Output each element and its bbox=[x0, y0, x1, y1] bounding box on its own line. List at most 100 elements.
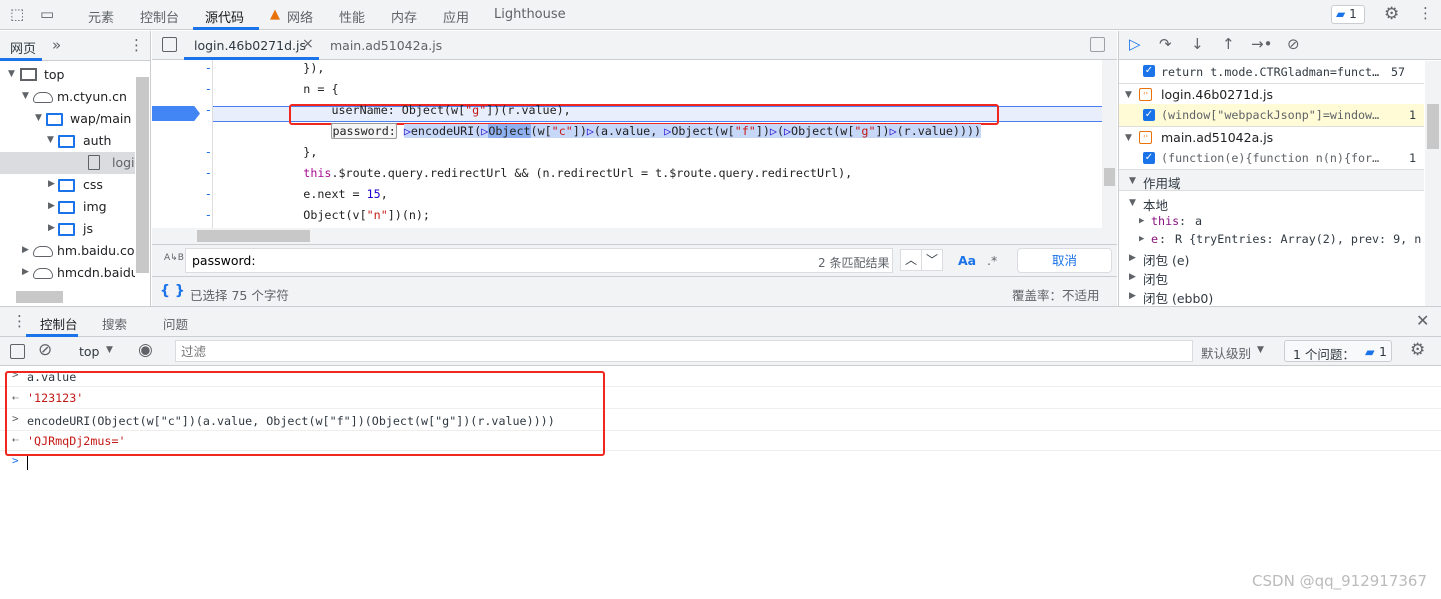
folder-icon bbox=[58, 179, 75, 192]
breakpoint-item-active[interactable]: ✓ (window["webpackJsonp"]=window… 1 bbox=[1119, 104, 1424, 126]
active-tab-indicator bbox=[0, 58, 42, 61]
line-gutter-marker[interactable]: - bbox=[152, 61, 212, 75]
log-level-dropdown[interactable]: 默认级别 bbox=[1201, 343, 1251, 362]
breakpoint-file[interactable]: ▼ ‹› login.46b0271d.js bbox=[1119, 83, 1424, 104]
line-gutter-marker[interactable]: - bbox=[152, 103, 212, 117]
line-gutter-marker[interactable]: - bbox=[152, 208, 212, 222]
eye-icon[interactable]: ◉ bbox=[138, 342, 153, 359]
drawer-tab-issues[interactable]: 问题 bbox=[163, 314, 188, 333]
pretty-print-icon[interactable]: { } bbox=[160, 283, 185, 299]
step-over-icon[interactable]: ↷ bbox=[1159, 37, 1172, 52]
scope-closure[interactable]: ▶ 闭包 (ebb0) bbox=[1119, 286, 1424, 305]
line-gutter-marker[interactable]: - bbox=[152, 124, 212, 138]
filter-input[interactable] bbox=[175, 340, 1193, 362]
chevron-down-icon[interactable]: ▼ bbox=[106, 345, 113, 355]
previous-match-button[interactable]: ︿ bbox=[900, 249, 922, 271]
code-vertical-scrollbar[interactable] bbox=[1102, 60, 1117, 244]
scope-closure[interactable]: ▶ 闭包 bbox=[1119, 267, 1424, 286]
active-tab-indicator bbox=[193, 27, 259, 30]
tree-item-file-selected[interactable]: login? bbox=[0, 152, 135, 174]
tree-item-folder[interactable]: ▼ wap/main bbox=[0, 109, 135, 129]
replace-toggle-icon[interactable]: A↳B bbox=[164, 253, 184, 263]
tree-item-domain[interactable]: ▶ hmcdn.baidu bbox=[0, 263, 135, 283]
code-area[interactable]: - }), - n = {- userName: Object(w["g"])(r… bbox=[152, 60, 1102, 228]
tree-item-folder[interactable]: ▶ js bbox=[0, 219, 135, 239]
message-icon: ▰ bbox=[1336, 7, 1346, 21]
breakpoints-and-scope: ✓ return t.mode.CTRGladman=funct… 57 ▼ ‹› lo… bbox=[1119, 61, 1424, 306]
tab-application[interactable]: 应用 bbox=[443, 7, 469, 26]
next-match-button[interactable]: ﹀ bbox=[921, 249, 943, 271]
breakpoint-item[interactable]: ✓ return t.mode.CTRGladman=funct… 57 bbox=[1119, 61, 1424, 83]
settings-gear-icon[interactable]: ⚙ bbox=[1384, 6, 1399, 23]
drawer-tab-console[interactable]: 控制台 bbox=[40, 314, 78, 333]
file-tab-main[interactable]: main.ad51042a.js bbox=[330, 38, 442, 53]
resume-icon[interactable]: ▷ bbox=[1129, 37, 1141, 52]
issues-button[interactable]: ▰ 1 bbox=[1331, 5, 1365, 24]
tab-memory[interactable]: 内存 bbox=[391, 7, 417, 26]
tab-page[interactable]: 网页 bbox=[10, 38, 36, 57]
tab-sources[interactable]: 源代码 bbox=[205, 7, 244, 26]
more-vertical-icon[interactable]: ⋮ bbox=[12, 314, 27, 329]
console-settings-gear-icon[interactable]: ⚙ bbox=[1410, 342, 1425, 359]
console-prompt[interactable]: > bbox=[0, 454, 40, 472]
tree-item-top[interactable]: ▼ top bbox=[0, 65, 135, 85]
scope-local[interactable]: ▼ 本地 bbox=[1119, 193, 1424, 212]
console-output[interactable]: > a.value ⇠ '123123' > encodeURI(Object(w["… bbox=[0, 367, 1441, 599]
regex-button[interactable]: .* bbox=[987, 253, 997, 268]
tree-item-folder[interactable]: ▼ auth bbox=[0, 131, 135, 151]
toggle-navigator-icon[interactable] bbox=[162, 37, 177, 52]
horizontal-scrollbar[interactable] bbox=[16, 291, 63, 303]
tree-item-folder[interactable]: ▶ css bbox=[0, 175, 135, 195]
code-horizontal-scrollbar[interactable] bbox=[152, 228, 1102, 244]
context-selector[interactable]: top bbox=[79, 344, 99, 359]
line-gutter-marker[interactable]: - bbox=[152, 166, 212, 180]
frame-icon bbox=[20, 68, 37, 81]
file-tab-login[interactable]: login.46b0271d.js × bbox=[184, 31, 319, 60]
more-tabs-icon[interactable]: » bbox=[52, 36, 61, 54]
close-tab-icon[interactable]: × bbox=[302, 36, 314, 52]
step-out-icon[interactable]: ↑ bbox=[1222, 37, 1235, 52]
console-sidebar-icon[interactable] bbox=[10, 344, 25, 359]
scope-closure[interactable]: ▶ 闭包 (e) bbox=[1119, 248, 1424, 267]
devtools-tab-bar: ⬚ ▭ 元素 控制台 源代码 ▲ 网络 性能 内存 应用 Lighthouse … bbox=[0, 0, 1441, 30]
selection-info: 已选择 75 个字符 bbox=[190, 288, 289, 303]
folder-icon bbox=[46, 113, 63, 126]
drawer-tab-search[interactable]: 搜索 bbox=[102, 314, 127, 333]
deactivate-breakpoints-icon[interactable]: ⊘ bbox=[1287, 37, 1300, 52]
search-bar: A↳B 2 条匹配结果 ︿ ﹀ Aa .* 取消 bbox=[152, 244, 1117, 276]
close-drawer-icon[interactable]: ✕ bbox=[1416, 313, 1429, 329]
tab-console[interactable]: 控制台 bbox=[140, 7, 179, 26]
scope-section-header[interactable]: ▼ 作用域 bbox=[1119, 169, 1424, 191]
cancel-button[interactable]: 取消 bbox=[1017, 248, 1112, 273]
scope-e[interactable]: ▶ e: R {tryEntries: Array(2), prev: 9, n bbox=[1119, 230, 1424, 248]
line-gutter-marker[interactable]: - bbox=[152, 187, 212, 201]
clear-console-icon[interactable]: ⊘ bbox=[38, 342, 52, 359]
match-case-button[interactable]: Aa bbox=[958, 253, 976, 268]
inspect-element-icon[interactable]: ⬚ bbox=[10, 7, 24, 22]
issues-button[interactable]: 1 个问题： ▰ 1 bbox=[1284, 340, 1392, 362]
tab-elements[interactable]: 元素 bbox=[88, 7, 114, 26]
line-gutter-marker[interactable]: - bbox=[152, 145, 212, 159]
step-into-icon[interactable]: ↓ bbox=[1191, 37, 1204, 52]
tree-item-domain[interactable]: ▼ m.ctyun.cn bbox=[0, 87, 135, 107]
tree-item-folder[interactable]: ▶ img bbox=[0, 197, 135, 217]
cloud-icon bbox=[33, 246, 53, 257]
vertical-scrollbar[interactable] bbox=[136, 77, 149, 273]
tab-performance[interactable]: 性能 bbox=[339, 7, 365, 26]
debugger-scrollbar[interactable] bbox=[1425, 61, 1441, 306]
more-vertical-icon[interactable]: ⋮ bbox=[129, 36, 144, 54]
tree-item-domain[interactable]: ▶hm.baidu.com bbox=[0, 241, 135, 261]
more-vertical-icon[interactable]: ⋮ bbox=[1418, 6, 1433, 21]
breakpoint-item[interactable]: ✓ (function(e){function n(n){for… 1 bbox=[1119, 147, 1424, 169]
tab-lighthouse[interactable]: Lighthouse bbox=[494, 7, 566, 22]
line-gutter-marker[interactable]: - bbox=[152, 82, 212, 96]
console-toolbar: ⊘ top ▼ ◉ 默认级别 ▼ 1 个问题： ▰ 1 ⚙ bbox=[0, 337, 1441, 366]
tab-network[interactable]: 网络 bbox=[287, 7, 313, 26]
step-icon[interactable]: →• bbox=[1251, 37, 1272, 52]
scope-this[interactable]: ▶ this: a bbox=[1119, 212, 1424, 230]
toggle-debugger-icon[interactable] bbox=[1090, 37, 1105, 52]
device-toggle-icon[interactable]: ▭ bbox=[40, 7, 54, 22]
breakpoint-file[interactable]: ▼ ‹› main.ad51042a.js bbox=[1119, 126, 1424, 147]
file-icon bbox=[88, 155, 100, 170]
search-input[interactable] bbox=[185, 248, 893, 273]
